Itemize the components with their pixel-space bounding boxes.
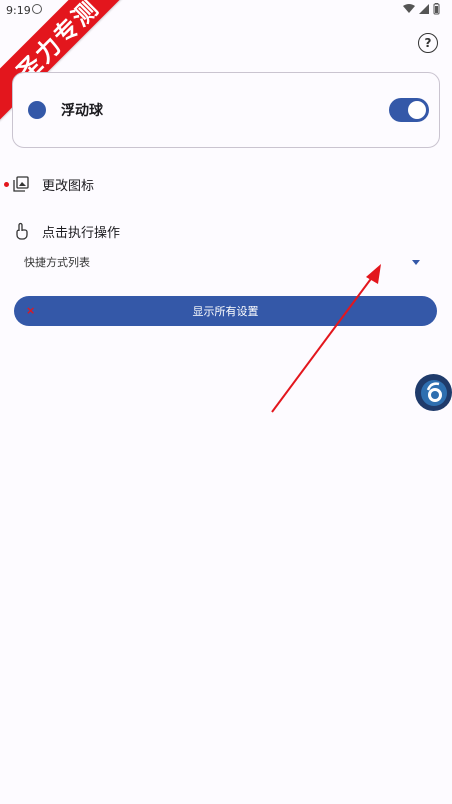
close-mark-icon: × [26,304,36,317]
tap-action-label: 点击执行操作 [42,225,121,241]
dropdown-arrow-icon [412,260,420,265]
floating-ball-logo-icon [420,379,447,406]
red-dot-indicator [4,182,9,187]
change-icon-row[interactable]: 更改图标 [12,172,94,196]
card-title: 浮动球 [61,103,103,119]
status-icons [403,3,440,15]
help-button[interactable]: ? [418,33,438,53]
tap-action-row[interactable]: 点击执行操作 [12,219,120,243]
notification-icon [32,4,42,14]
help-icon: ? [424,36,432,50]
floating-ball-card: 浮动球 [12,72,440,148]
gallery-icon [12,175,30,193]
show-all-settings-button[interactable]: × 显示所有设置 [14,296,437,326]
status-time: 9:19 [6,4,31,17]
shortcut-list-dropdown[interactable]: 快捷方式列表 [24,254,424,272]
touch-icon [12,222,30,240]
floating-ball-toggle[interactable] [389,98,429,122]
dropdown-selected-value: 快捷方式列表 [24,256,90,269]
floating-ball-dot-icon [28,101,46,119]
show-all-settings-label: 显示所有设置 [192,305,259,318]
floating-ball-widget[interactable] [415,374,452,411]
signal-icon [419,4,429,14]
wifi-icon [403,4,415,13]
toggle-thumb [408,101,426,119]
change-icon-label: 更改图标 [42,178,95,194]
battery-icon [433,3,440,15]
